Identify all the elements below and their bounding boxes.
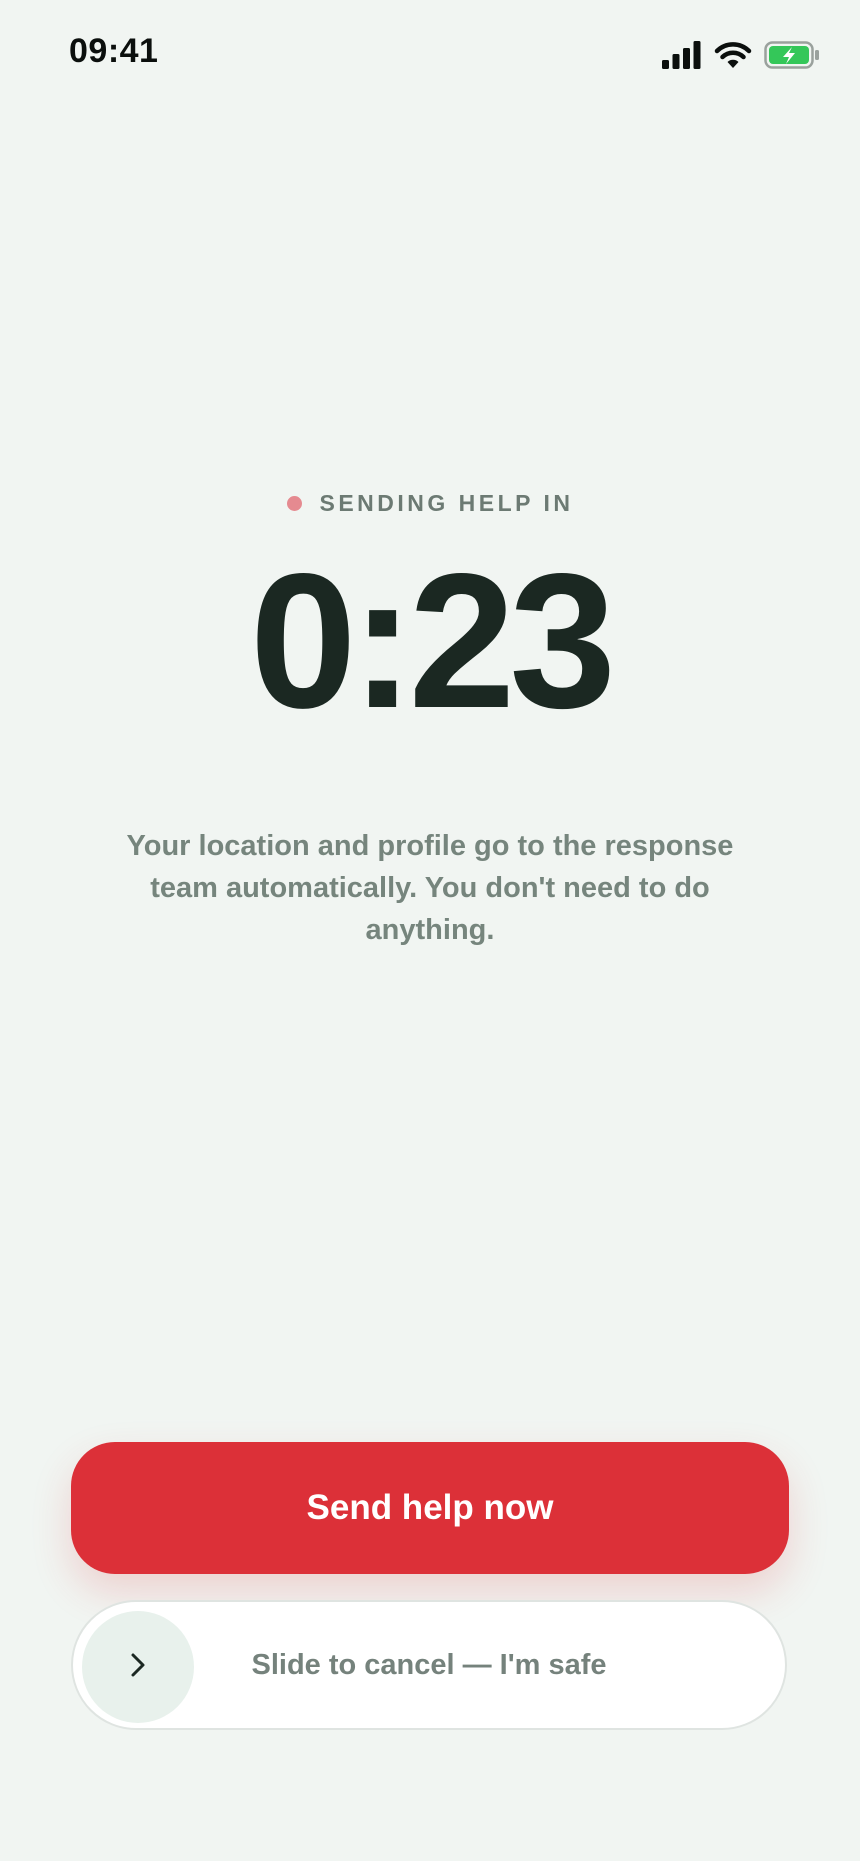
cellular-signal-icon bbox=[662, 41, 702, 69]
wifi-icon bbox=[714, 41, 752, 69]
status-time: 09:41 bbox=[69, 32, 159, 70]
slide-to-cancel[interactable]: Slide to cancel — I'm safe bbox=[71, 1600, 787, 1730]
send-help-now-label: Send help now bbox=[306, 1488, 554, 1527]
chevron-right-icon bbox=[128, 1652, 148, 1683]
recording-dot-icon bbox=[286, 496, 302, 511]
countdown-section: SENDING HELP IN 0:23 Your location and p… bbox=[0, 490, 860, 951]
countdown-timer: 0:23 bbox=[249, 533, 616, 748]
slider-knob[interactable] bbox=[82, 1611, 194, 1723]
send-help-now-button[interactable]: Send help now bbox=[71, 1442, 789, 1574]
description-text: Your location and profile go to the resp… bbox=[126, 830, 734, 946]
sending-indicator: SENDING HELP IN bbox=[286, 490, 574, 517]
status-bar: 09:41 bbox=[0, 0, 860, 110]
battery-charging-icon bbox=[764, 41, 820, 69]
status-icons bbox=[662, 38, 820, 72]
eyebrow-label: SENDING HELP IN bbox=[319, 490, 574, 516]
